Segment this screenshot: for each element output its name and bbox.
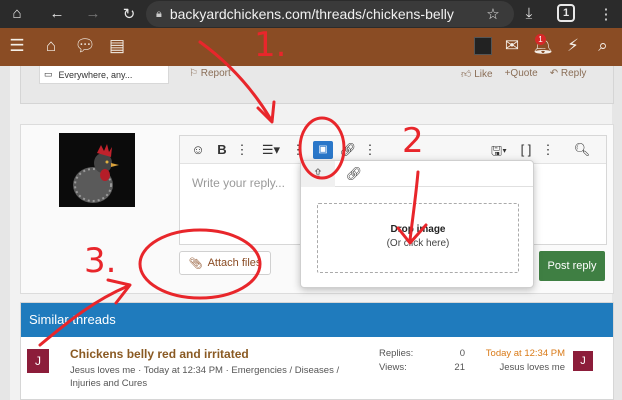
dropzone-subtitle: (Or click here) xyxy=(386,238,450,249)
more-options-icon[interactable]: ⋮ xyxy=(288,142,308,158)
browser-toolbar: ⌂ ← → ↻ 🔒︎ backyardchickens.com/threads/… xyxy=(0,0,622,28)
menu-icon[interactable]: ⋮ xyxy=(595,5,617,23)
home-icon[interactable]: ⌂ xyxy=(40,36,62,56)
attach-files-button[interactable]: 📎︎ Attach files xyxy=(179,251,271,275)
views-label: Views: xyxy=(379,362,407,373)
attach-label: Attach files xyxy=(207,257,262,269)
url-text: backyardchickens.com/threads/chickens-be… xyxy=(169,6,454,22)
reload-icon[interactable]: ↻ xyxy=(118,5,140,23)
site-navigation: ☰ ⌂ 💬︎ ▤ ✉ 🔔︎ 1 ⚡︎ ⌕ xyxy=(0,28,622,66)
thread-stats-labels: Replies: Views: xyxy=(379,347,413,375)
list-item[interactable]: J Chickens belly red and irritated Jesus… xyxy=(21,337,613,400)
forward-icon[interactable]: → xyxy=(82,5,104,22)
thread-meta: Jesus loves me · Today at 12:34 PM · Eme… xyxy=(70,365,340,389)
replies-count: 0 xyxy=(459,348,465,359)
thread-title[interactable]: Chickens belly red and irritated xyxy=(70,347,249,361)
avatar[interactable]: J xyxy=(27,349,49,373)
paperclip-icon: 📎︎ xyxy=(188,257,203,270)
replies-label: Replies: xyxy=(379,348,414,359)
similar-threads-heading: Similar threads xyxy=(21,303,613,337)
bolt-icon[interactable]: ⚡︎ xyxy=(562,36,584,56)
like-button[interactable]: 👍︎ Like xyxy=(461,68,493,80)
insert-image-popup: ⇪ 🔗︎ Drop image (Or click here) xyxy=(300,160,534,288)
popup-tabs: ⇪ 🔗︎ xyxy=(301,161,533,187)
map-icon: ▭ xyxy=(44,69,53,79)
search-icon[interactable]: ⌕ xyxy=(592,36,614,56)
dropzone-title: Drop image xyxy=(390,224,446,235)
url-bar[interactable]: 🔒︎ backyardchickens.com/threads/chickens… xyxy=(146,1,514,27)
chat-icon[interactable]: 💬︎ xyxy=(74,36,96,56)
avatar xyxy=(59,133,135,207)
thread-latest: Today at 12:34 PM Jesus loves me xyxy=(479,347,565,375)
latest-user[interactable]: Jesus loves me xyxy=(479,361,565,375)
mail-icon[interactable]: ✉ xyxy=(501,36,523,56)
report-label: Report xyxy=(200,68,231,79)
hamburger-icon[interactable]: ☰ xyxy=(6,36,28,56)
smiley-icon[interactable]: ☺ xyxy=(188,142,208,157)
bold-icon[interactable]: B xyxy=(212,142,232,157)
like-label: Like xyxy=(474,69,493,80)
more-options-icon[interactable]: ⋮ xyxy=(360,142,380,158)
upload-icon[interactable]: ⇪ xyxy=(301,161,335,187)
reply-placeholder: Write your reply... xyxy=(192,176,285,190)
list-icon[interactable]: ☰▾ xyxy=(258,142,284,158)
quote-button[interactable]: +Quote xyxy=(505,68,538,80)
post-reply-button[interactable]: Post reply xyxy=(539,251,605,281)
insert-image-icon[interactable]: ▣ xyxy=(313,141,333,159)
reply-label: Reply xyxy=(560,68,587,79)
user-location: ▭ Everywhere, any... xyxy=(39,66,169,84)
post-reply-label: Post reply xyxy=(547,260,597,272)
reply-button[interactable]: ↶ Reply xyxy=(550,68,587,80)
latest-date[interactable]: Today at 12:34 PM xyxy=(479,347,565,361)
views-count: 21 xyxy=(454,362,465,373)
more-options-icon[interactable]: ⋮ xyxy=(232,142,252,158)
avatar[interactable] xyxy=(474,37,492,55)
lock-icon: 🔒︎ xyxy=(156,7,162,20)
brackets-icon[interactable]: [ ] xyxy=(516,142,536,157)
flag-icon: ⚐ xyxy=(189,68,198,79)
similar-threads: Similar threads J Chickens belly red and… xyxy=(20,302,614,400)
download-icon[interactable]: ⤓ xyxy=(518,5,540,22)
location-text: Everywhere, any... xyxy=(58,69,133,80)
previous-post-footer: ▭ Everywhere, any... ⚐ Report 👍︎ Like +Q… xyxy=(20,66,614,104)
thread-stats-values: 0 21 xyxy=(451,347,465,375)
avatar[interactable]: J xyxy=(573,351,593,371)
post-actions: 👍︎ Like +Quote ↶ Reply xyxy=(461,68,586,80)
star-icon[interactable]: ☆ xyxy=(482,5,504,23)
notification-badge: 1 xyxy=(535,34,546,45)
report-link[interactable]: ⚐ Report xyxy=(189,68,231,79)
preview-icon[interactable]: 🔍︎ xyxy=(572,142,592,158)
link-icon[interactable]: 🔗︎ xyxy=(338,142,358,158)
home-icon[interactable]: ⌂ xyxy=(6,5,28,22)
back-icon[interactable]: ← xyxy=(46,5,68,22)
more-options-icon[interactable]: ⋮ xyxy=(538,142,558,158)
image-dropzone[interactable]: Drop image (Or click here) xyxy=(317,203,519,273)
tabs-icon[interactable]: 1 xyxy=(557,4,575,22)
link-icon[interactable]: 🔗︎ xyxy=(337,161,371,187)
document-icon[interactable]: ▤ xyxy=(106,36,128,56)
